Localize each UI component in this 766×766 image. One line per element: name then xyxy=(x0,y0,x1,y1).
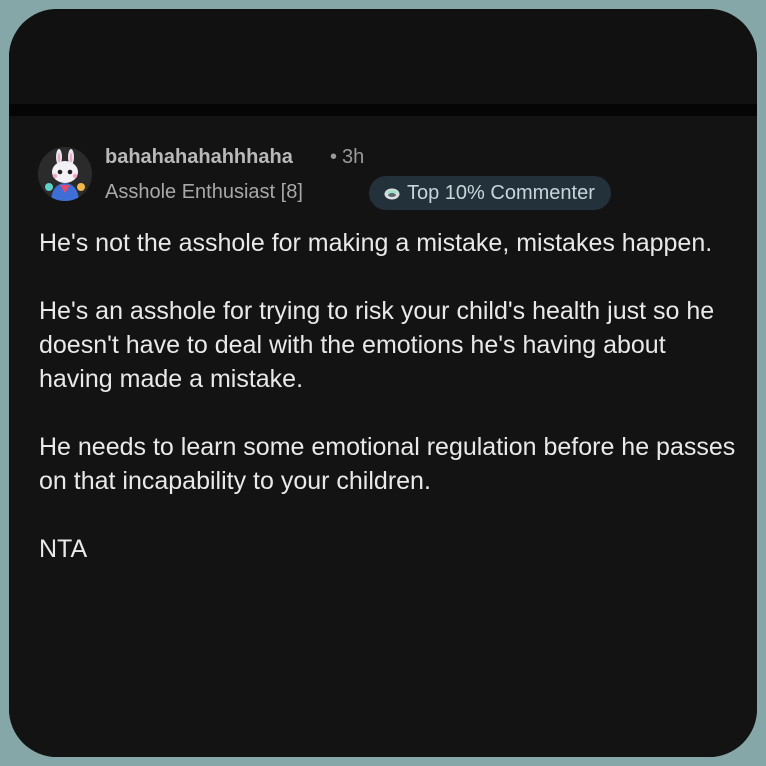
comment-paragraph: He needs to learn some emotional regulat… xyxy=(39,433,736,495)
meta-separator: • xyxy=(330,146,338,168)
badge-label: Top 10% Commenter xyxy=(407,181,595,204)
top-commenter-badge[interactable]: Top 10% Commenter xyxy=(369,176,611,210)
comment-author[interactable]: bahahahahahhhaha xyxy=(105,146,293,169)
user-flair: Asshole Enthusiast [8] xyxy=(105,181,303,203)
comment-card: bahahahahahhhaha • 3h Asshole Enthusiast … xyxy=(9,116,757,757)
commenter-badge-icon xyxy=(384,188,400,200)
comment-paragraph: NTA xyxy=(39,535,88,563)
screenshot-frame: bahahahahahhhaha • 3h Asshole Enthusiast … xyxy=(9,9,757,757)
comment-paragraph: He's an asshole for trying to risk your … xyxy=(39,297,715,393)
avatar-icon[interactable] xyxy=(38,147,92,201)
top-bar xyxy=(9,9,757,104)
comment-timestamp: 3h xyxy=(342,146,365,168)
divider xyxy=(9,104,757,116)
comment-meta: • 3h xyxy=(330,146,364,169)
comment-body: He's not the asshole for making a mistak… xyxy=(39,226,739,600)
comment-paragraph: He's not the asshole for making a mistak… xyxy=(39,229,713,257)
